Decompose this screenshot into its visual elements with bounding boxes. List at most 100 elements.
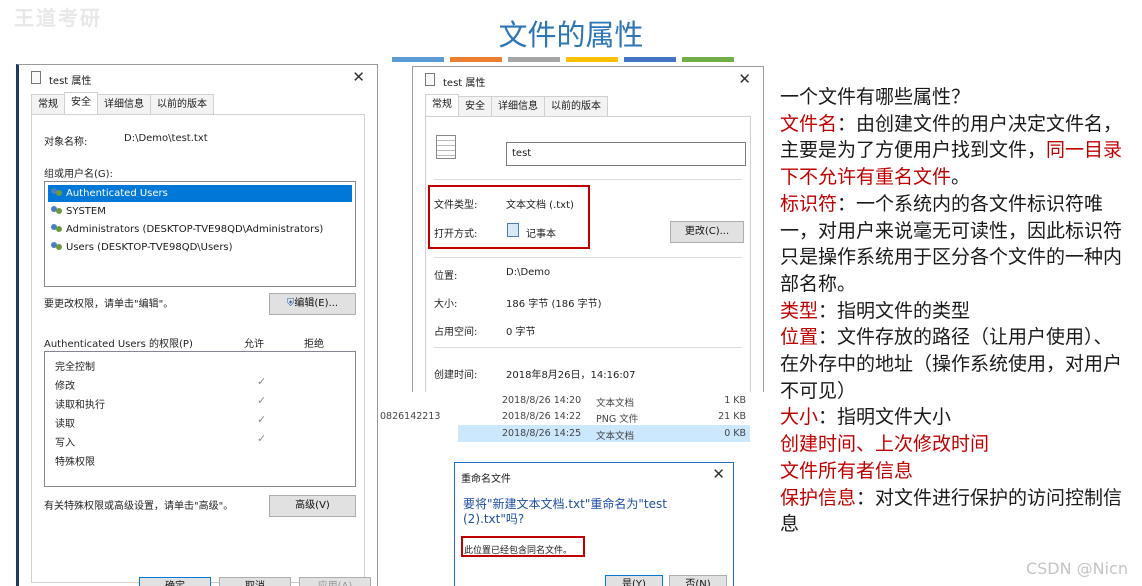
permission-item: 写入 xyxy=(55,438,75,449)
allow-check-icon: ✓ xyxy=(257,432,267,445)
file-date: 2018/8/26 14:20 xyxy=(502,395,582,406)
list-item[interactable]: Users (DESKTOP-TVE98QD\Users) xyxy=(48,239,352,256)
object-name-label: 对象名称: xyxy=(44,137,88,148)
tab-previous-versions[interactable]: 以前的版本 xyxy=(544,96,608,116)
dialog-titlebar: 重命名文件 ✕ xyxy=(455,463,733,487)
created-value: 2018年8月26日，14:16:07 xyxy=(506,370,636,381)
protection-attribute: 保护信息：对文件进行保护的访问控制信息 xyxy=(780,486,1123,536)
file-icon xyxy=(425,73,435,86)
user-group-icon xyxy=(51,242,63,253)
accent-bar-1 xyxy=(392,57,444,62)
tab-security[interactable]: 安全 xyxy=(458,96,492,116)
disk-size-value: 0 字节 xyxy=(506,327,536,338)
tab-details[interactable]: 详细信息 xyxy=(491,96,545,116)
rename-question: 要将"新建文本文档.txt"重命名为"test (2).txt"吗? xyxy=(463,497,667,526)
created-label: 创建时间: xyxy=(434,370,478,381)
general-properties-dialog: test 属性 ✕ 常规 安全 详细信息 以前的版本 test 文件类型: 文本… xyxy=(412,66,764,392)
edit-button[interactable]: ⛨编辑(E)... xyxy=(269,293,356,315)
type-highlight-box xyxy=(428,185,590,249)
close-icon[interactable]: ✕ xyxy=(352,68,365,86)
csdn-watermark: CSDN @Nicn xyxy=(1025,559,1128,578)
permission-item: 完全控制 xyxy=(55,362,95,373)
file-icon xyxy=(31,71,41,84)
permissions-title: Authenticated Users 的权限(P) xyxy=(44,339,193,350)
allow-check-icon: ✓ xyxy=(257,413,267,426)
size-label: 大小: xyxy=(434,299,458,310)
user-group-icon xyxy=(51,188,63,199)
table-row[interactable]: 2018/8/26 14:25 文本文档 0 KB xyxy=(458,425,750,442)
location-label: 位置: xyxy=(434,271,458,282)
general-tab-panel: test 文件类型: 文本文档 (.txt) 打开方式: 记事本 更改(C)..… xyxy=(425,116,751,392)
allow-check-icon: ✓ xyxy=(257,375,267,388)
slide-title: 文件的属性 xyxy=(498,18,644,52)
dialog-title: test 属性 xyxy=(49,76,92,87)
explanation-text: 一个文件有哪些属性？ 文件名：由创建文件的用户决定文件名，主要是为了方便用户找到… xyxy=(780,84,1130,538)
filename-input[interactable]: test xyxy=(506,142,746,166)
dialog-titlebar: test 属性 ✕ xyxy=(413,67,763,93)
file-size: 21 KB xyxy=(718,411,746,422)
tab-strip: 常规 安全 详细信息 以前的版本 xyxy=(425,94,608,116)
dialog-titlebar: test 属性 ✕ xyxy=(19,65,377,91)
ok-button[interactable]: 确定 xyxy=(139,577,211,586)
permission-item: 读取和执行 xyxy=(55,400,105,411)
close-icon[interactable]: ✕ xyxy=(738,70,751,88)
accent-bar-4 xyxy=(566,57,618,62)
list-item[interactable]: SYSTEM xyxy=(48,203,352,220)
file-list: 2018/8/26 14:20 文本文档 1 KB 0826142213 201… xyxy=(378,392,750,444)
user-list[interactable]: Authenticated Users SYSTEM Administrator… xyxy=(44,181,356,287)
size-value: 186 字节 (186 字节) xyxy=(506,299,602,310)
advanced-button[interactable]: 高级(V) xyxy=(269,495,356,517)
accent-bar-3 xyxy=(508,57,560,62)
tab-general[interactable]: 常规 xyxy=(31,94,65,114)
divider xyxy=(434,347,742,348)
no-button[interactable]: 否(N) xyxy=(669,575,727,586)
security-properties-dialog: test 属性 ✕ 常规 安全 详细信息 以前的版本 ➤ 对象名称: D:\De… xyxy=(16,64,378,586)
security-tab-panel: 对象名称: D:\Demo\test.txt 组或用户名(G): Authent… xyxy=(31,114,365,583)
disk-size-label: 占用空间: xyxy=(434,327,478,338)
file-size: 1 KB xyxy=(724,395,746,406)
deny-header: 拒绝 xyxy=(304,339,324,350)
tab-general[interactable]: 常规 xyxy=(425,94,459,116)
file-type: 文本文档 xyxy=(596,398,635,409)
rename-dialog: 重命名文件 ✕ 要将"新建文本文档.txt"重命名为"test (2).txt"… xyxy=(454,462,734,586)
allow-header: 允许 xyxy=(244,339,264,350)
divider xyxy=(434,257,742,258)
file-date: 2018/8/26 14:22 xyxy=(502,411,582,422)
permission-item: 特殊权限 xyxy=(55,457,95,468)
type-attribute: 类型：指明文件的类型 xyxy=(780,299,971,322)
accent-bar-5 xyxy=(624,57,676,62)
dialog-title: test 属性 xyxy=(443,78,486,89)
change-hint: 要更改权限，请单击"编辑"。 xyxy=(44,299,174,310)
cancel-button[interactable]: 取消 xyxy=(219,577,291,586)
file-size: 0 KB xyxy=(724,428,746,439)
table-row[interactable]: 0826142213 2018/8/26 14:22 PNG 文件 21 KB xyxy=(378,408,750,425)
size-attribute: 大小：指明文件大小 xyxy=(780,406,952,429)
filename-attribute: 文件名：由创建文件的用户决定文件名，主要是为了方便用户找到文件，同一目录下不允许… xyxy=(780,112,1123,189)
file-type: PNG 文件 xyxy=(596,414,639,425)
owner-attribute: 文件所有者信息 xyxy=(780,459,914,482)
user-group-icon xyxy=(51,206,63,217)
location-value: D:\Demo xyxy=(506,267,551,278)
yes-button[interactable]: 是(Y) xyxy=(605,575,663,586)
tab-details[interactable]: 详细信息 xyxy=(97,94,151,114)
tab-security[interactable]: 安全 xyxy=(64,92,98,114)
apply-button[interactable]: 应用(A) xyxy=(299,577,371,586)
allow-check-icon: ✓ xyxy=(257,394,267,407)
permission-item: 读取 xyxy=(55,419,75,430)
tab-strip: 常规 安全 详细信息 以前的版本 xyxy=(31,92,214,114)
tab-previous-versions[interactable]: 以前的版本 xyxy=(150,94,214,114)
time-attribute: 创建时间、上次修改时间 xyxy=(780,433,990,456)
file-date: 2018/8/26 14:25 xyxy=(502,428,582,439)
identifier-attribute: 标识符：一个系统内的各文件标识符唯一，对用户来说毫无可读性，因此标识符只是操作系… xyxy=(780,192,1123,295)
close-icon[interactable]: ✕ xyxy=(712,465,725,483)
accent-bar-2 xyxy=(450,57,502,62)
accent-bar-6 xyxy=(682,57,734,62)
list-item[interactable]: Administrators (DESKTOP-TVE98QD\Administ… xyxy=(48,221,352,238)
list-item[interactable]: Authenticated Users xyxy=(48,185,352,202)
permission-item: 修改 xyxy=(55,381,75,392)
intro-line: 一个文件有哪些属性？ xyxy=(780,86,971,108)
table-row[interactable]: 2018/8/26 14:20 文本文档 1 KB xyxy=(378,392,750,409)
change-button[interactable]: 更改(C)... xyxy=(670,221,744,243)
dialog-title: 重命名文件 xyxy=(461,474,511,485)
file-type: 文本文档 xyxy=(596,431,635,442)
